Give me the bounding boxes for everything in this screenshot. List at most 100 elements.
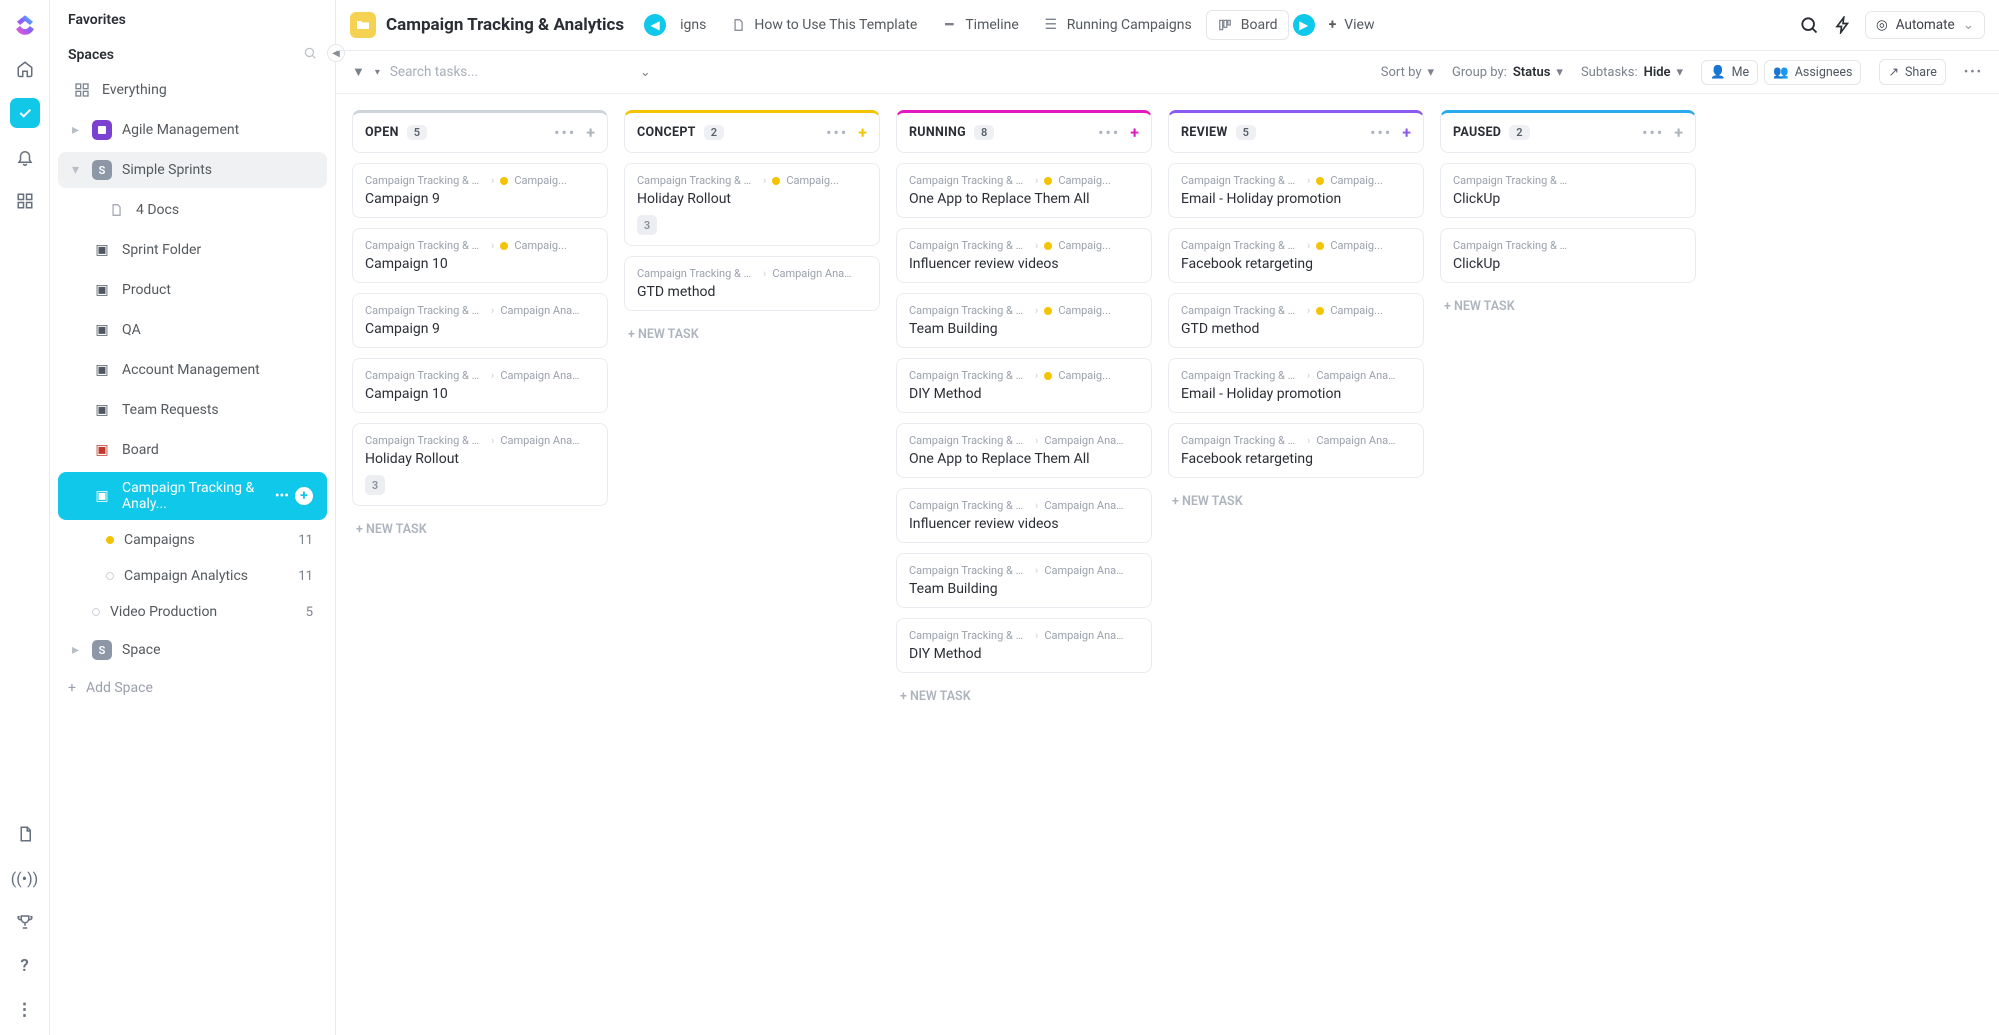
chevron-down-icon[interactable]: ▾ — [375, 67, 380, 78]
nav-tasks[interactable] — [10, 98, 40, 128]
task-card[interactable]: Campaign Tracking & An...›Campaign Anal.… — [896, 423, 1152, 478]
column-more-icon[interactable]: ••• — [1370, 123, 1392, 142]
task-card[interactable]: Campaign Tracking & Analyti...›Campaig..… — [352, 228, 608, 283]
task-card[interactable]: Campaign Tracking & AnaClickUp — [1440, 228, 1696, 283]
sidebar-campaigns[interactable]: Campaigns 11 — [58, 524, 327, 556]
task-card[interactable]: Campaign Tracking & An...›Campaign Anal.… — [1168, 423, 1424, 478]
nav-home[interactable] — [10, 54, 40, 84]
column-add-button[interactable]: + — [1674, 123, 1683, 142]
sidebar-campaign-tracking[interactable]: ▣ Campaign Tracking & Analy... •••+ — [58, 472, 327, 520]
column-header[interactable]: PAUSED2•••+ — [1440, 110, 1696, 153]
new-task-button[interactable]: + NEW TASK — [624, 321, 880, 348]
nav-more[interactable]: ⋮ — [10, 995, 40, 1025]
tab-how-to-use[interactable]: How to Use This Template — [720, 11, 927, 39]
nav-pulse[interactable]: ((•)) — [10, 863, 40, 893]
column-more-icon[interactable]: ••• — [1642, 123, 1664, 142]
tab-board[interactable]: Board — [1206, 10, 1289, 40]
share-icon: ↗ — [1888, 64, 1898, 80]
sidebar-space[interactable]: ▸ S Space — [58, 632, 327, 668]
sidebar-simple-sprints[interactable]: ▾ S Simple Sprints — [58, 152, 327, 188]
nav-notifications[interactable] — [10, 142, 40, 172]
column-add-button[interactable]: + — [586, 123, 595, 142]
task-card[interactable]: Campaign Tracking & Analyti...›Campaig..… — [896, 293, 1152, 348]
nav-goals[interactable] — [10, 907, 40, 937]
task-card[interactable]: Campaign Tracking & Analyti...›Campaig..… — [896, 228, 1152, 283]
scroll-views-right[interactable]: ▶ — [1293, 14, 1315, 36]
task-card[interactable]: Campaign Tracking & Analyti...›Campaig..… — [624, 163, 880, 246]
sort-by-button[interactable]: Sort by▾ — [1381, 65, 1434, 80]
column-header[interactable]: RUNNING8•••+ — [896, 110, 1152, 153]
column-add-button[interactable]: + — [1130, 123, 1139, 142]
sidebar-team-requests[interactable]: ▣Team Requests — [58, 392, 327, 428]
column-header[interactable]: CONCEPT2•••+ — [624, 110, 880, 153]
sidebar-campaign-analytics[interactable]: Campaign Analytics 11 — [58, 560, 327, 592]
column-more-icon[interactable]: ••• — [826, 123, 848, 142]
task-card[interactable]: Campaign Tracking & An...›Campaign Anal.… — [352, 358, 608, 413]
card-title: Campaign 10 — [365, 256, 595, 272]
sidebar-docs[interactable]: 4 Docs — [58, 192, 327, 228]
folder-color-icon[interactable] — [350, 12, 376, 38]
task-card[interactable]: Campaign Tracking & An...›Campaign Anal.… — [352, 423, 608, 506]
group-by-button[interactable]: Group by:Status▾ — [1452, 65, 1563, 80]
more-button[interactable]: ••• — [1964, 65, 1983, 80]
column-add-button[interactable]: + — [1402, 123, 1411, 142]
task-card[interactable]: Campaign Tracking & AnaClickUp — [1440, 163, 1696, 218]
column-header[interactable]: REVIEW5•••+ — [1168, 110, 1424, 153]
task-card[interactable]: Campaign Tracking & Analyti...›Campaig..… — [896, 358, 1152, 413]
task-card[interactable]: Campaign Tracking & Analyti...›Campaig..… — [1168, 293, 1424, 348]
spaces-heading[interactable]: Spaces — [50, 34, 335, 70]
assignees-filter-button[interactable]: 👥Assignees — [1764, 60, 1861, 85]
chevron-right-icon: › — [1307, 239, 1310, 252]
column-add-button[interactable]: + — [858, 123, 867, 142]
me-filter-button[interactable]: 👤Me — [1701, 60, 1758, 85]
sidebar-board-folder[interactable]: ▣Board — [58, 432, 327, 468]
add-view-button[interactable]: +View — [1319, 11, 1385, 39]
column-more-icon[interactable]: ••• — [1098, 123, 1120, 142]
tab-partial[interactable]: igns — [670, 11, 716, 39]
task-card[interactable]: Campaign Tracking & Analyti...›Campaig..… — [1168, 163, 1424, 218]
task-card[interactable]: Campaign Tracking & An...›Campaign Anal.… — [896, 553, 1152, 608]
task-card[interactable]: Campaign Tracking & An...›Campaign Anal.… — [896, 618, 1152, 673]
task-card[interactable]: Campaign Tracking & An...›Campaign Anal.… — [352, 293, 608, 348]
task-card[interactable]: Campaign Tracking & Analyti...›Campaig..… — [352, 163, 608, 218]
task-card[interactable]: Campaign Tracking & An...›Campaign Anal.… — [896, 488, 1152, 543]
sidebar-everything[interactable]: Everything — [58, 72, 327, 108]
add-button[interactable]: + — [295, 487, 313, 505]
more-icon[interactable]: ••• — [275, 488, 289, 504]
chevron-down-icon[interactable]: ⌄ — [640, 65, 651, 80]
subtasks-button[interactable]: Subtasks:Hide▾ — [1581, 65, 1683, 80]
filter-icon[interactable]: ▼ — [352, 64, 365, 80]
sidebar-account-management[interactable]: ▣Account Management — [58, 352, 327, 388]
new-task-button[interactable]: + NEW TASK — [1440, 293, 1696, 320]
column-header[interactable]: OPEN5•••+ — [352, 110, 608, 153]
nav-docs[interactable] — [10, 819, 40, 849]
favorites-heading[interactable]: Favorites — [50, 0, 335, 34]
task-card[interactable]: Campaign Tracking & An...›Campaign Anal.… — [624, 256, 880, 311]
task-card[interactable]: Campaign Tracking & Analyti...›Campaig..… — [1168, 228, 1424, 283]
bolt-button[interactable] — [1831, 13, 1855, 37]
nav-help[interactable]: ? — [10, 951, 40, 981]
new-task-button[interactable]: + NEW TASK — [1168, 488, 1424, 515]
sidebar-video-production[interactable]: Video Production 5 — [58, 596, 327, 628]
tab-running-campaigns[interactable]: ☰ Running Campaigns — [1033, 11, 1202, 39]
scroll-views-left[interactable]: ◀ — [644, 14, 666, 36]
sidebar-sprint-folder[interactable]: ▣Sprint Folder — [58, 232, 327, 268]
sidebar-qa[interactable]: ▣QA — [58, 312, 327, 348]
sidebar-product[interactable]: ▣Product — [58, 272, 327, 308]
task-card[interactable]: Campaign Tracking & An...›Campaign Anal.… — [1168, 358, 1424, 413]
nav-apps[interactable] — [10, 186, 40, 216]
sidebar-agile-management[interactable]: ▸ Agile Management — [58, 112, 327, 148]
new-task-button[interactable]: + NEW TASK — [896, 683, 1152, 710]
share-button[interactable]: ↗Share — [1879, 59, 1945, 85]
search-button[interactable] — [1797, 13, 1821, 37]
task-card[interactable]: Campaign Tracking & Analyti...›Campaig..… — [896, 163, 1152, 218]
new-task-button[interactable]: + NEW TASK — [352, 516, 608, 543]
tab-timeline[interactable]: ━ Timeline — [931, 11, 1028, 39]
column-more-icon[interactable]: ••• — [554, 123, 576, 142]
add-space-button[interactable]: +Add Space — [50, 670, 335, 706]
kanban-board[interactable]: OPEN5•••+Campaign Tracking & Analyti...›… — [336, 94, 1999, 1035]
search-tasks-input[interactable] — [390, 64, 560, 80]
logo[interactable] — [10, 10, 40, 40]
search-spaces-icon[interactable] — [303, 46, 317, 64]
automate-button[interactable]: ◎ Automate ⌄ — [1865, 11, 1985, 39]
